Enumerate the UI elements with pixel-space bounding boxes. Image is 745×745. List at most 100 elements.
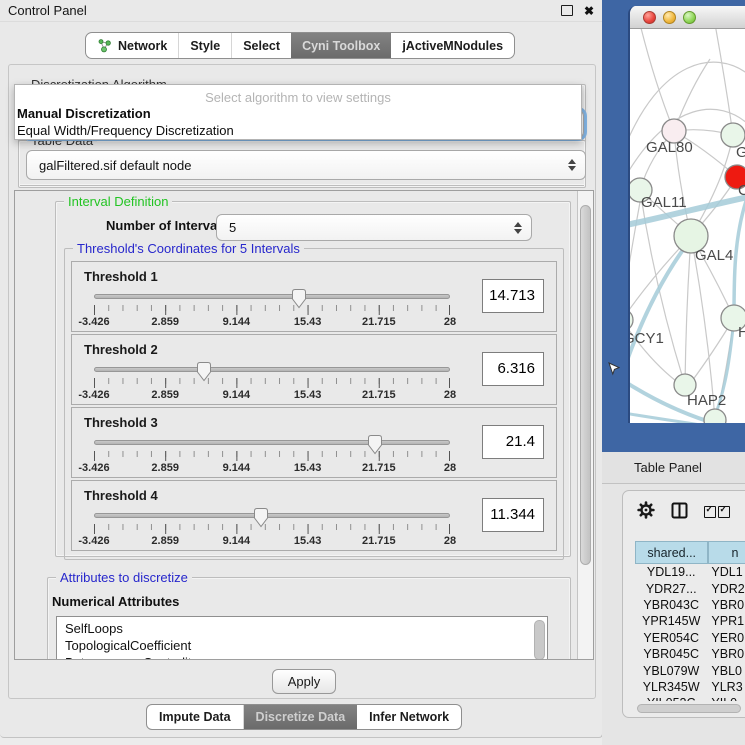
threshold-value-field[interactable]: 21.4 [482,425,544,459]
network-edge-highlighted[interactable] [630,239,691,369]
tab-cyni-toolbox[interactable]: Cyni Toolbox [291,33,391,58]
list-scrollbar[interactable] [534,620,545,660]
zoom-traffic-light-icon[interactable] [683,11,696,24]
scrollbar-thumb[interactable] [580,205,591,565]
threshold-slider[interactable]: -3.4262.8599.14415.4321.71528 [94,434,450,474]
close-icon[interactable]: ✖ [584,5,594,17]
table-data-select[interactable]: galFiltered.sif default node [26,150,586,180]
tab-infer-network[interactable]: Infer Network [357,705,461,729]
table-cell: YPR1 [707,614,745,628]
attributes-group: Attributes to discretize Numerical Attri… [47,577,571,660]
node-table: shared... n YDL19...YDL1YDR27...YDR2YBR0… [635,541,745,701]
scrollbar-thumb[interactable] [637,704,741,713]
axis-tick-label: 21.715 [362,316,396,328]
dropdown-option-manual-discretization[interactable]: Manual Discretization [15,105,581,122]
table-row[interactable]: YIL052CYIL0 [635,695,745,701]
tab-label: Impute Data [159,710,231,724]
tab-impute-data[interactable]: Impute Data [147,705,243,729]
table-cell: YPR145W [635,614,707,628]
table-cell: YIL0 [707,696,745,701]
tab-jactivemnodules[interactable]: jActiveMNodules [391,33,514,58]
network-edge[interactable] [630,202,640,309]
table-row[interactable]: YDR27...YDR2 [635,580,745,596]
threshold-panel: Threshold 4 -3.4262.8599.14415.4321.7152… [71,480,557,551]
table-row[interactable]: YLR345WYLR3 [635,679,745,695]
column-header-shared-name[interactable]: shared... [635,541,708,564]
slider-track[interactable] [94,367,450,372]
attribute-item[interactable]: TopologicalCoefficient [57,637,547,654]
dropdown-option-equal-width-frequency[interactable]: Equal Width/Frequency Discretization [15,122,581,139]
numerical-attributes-list[interactable]: SelfLoops TopologicalCoefficient Between… [56,616,548,660]
axis-tick-label: 15.43 [294,462,322,474]
axis-tick-label: 21.715 [362,389,396,401]
network-node[interactable] [704,409,726,423]
network-node-label: GCY1 [630,330,664,347]
attribute-item[interactable]: SelfLoops [57,617,547,637]
threshold-slider[interactable]: -3.4262.8599.14415.4321.71528 [94,361,450,401]
table-row[interactable]: YER054CYER0 [635,630,745,646]
close-traffic-light-icon[interactable] [643,11,656,24]
network-graph[interactable]: GAL80GAGAL11CGAL4GCY1HHAP2 [630,29,745,423]
table-row[interactable]: YBL079WYBL0 [635,662,745,678]
algorithm-dropdown-popup: Select algorithm to view settings Manual… [14,84,582,140]
control-panel-titlebar: Control Panel ✖ [0,0,602,22]
axis-tick-label: 2.859 [151,389,179,401]
table-row[interactable]: YBR045CYBR0 [635,646,745,662]
table-panel-title: Table Panel [634,460,702,475]
table-cell: YBR0 [707,598,745,612]
thresholds-group: Threshold's Coordinates for 5 Intervals … [64,248,564,560]
threshold-value-field[interactable]: 11.344 [482,498,544,532]
network-view-window[interactable]: GAL80GAGAL11CGAL4GCY1HHAP2 [628,6,745,423]
threshold-panel: Threshold 2 -3.4262.8599.14415.4321.7152… [71,334,557,405]
network-canvas[interactable]: GAL80GAGAL11CGAL4GCY1HHAP2 [630,29,745,423]
num-intervals-select[interactable]: 5 [216,214,532,241]
slider-track[interactable] [94,294,450,299]
network-edge-highlighted[interactable] [734,201,745,318]
network-window-titlebar[interactable] [630,6,745,29]
threshold-value-field[interactable]: 14.713 [482,279,544,313]
apply-button-label: Apply [288,674,321,689]
tab-network[interactable]: Network [86,33,178,58]
table-cell: YBL079W [635,664,707,678]
axis-tick-label: 15.43 [294,316,322,328]
vertical-scrollbar[interactable] [577,191,594,659]
table-panel-header[interactable]: Table Panel [602,452,745,484]
network-node-gcy1[interactable] [630,309,633,331]
axis-tick-label: 28 [444,316,456,328]
table-cell: YBR045C [635,647,707,661]
network-node-label: GA [736,144,745,161]
threshold-label: Threshold 4 [84,488,158,503]
tab-select[interactable]: Select [231,33,291,58]
checkbox-icon[interactable] [718,506,730,518]
checkbox-icon[interactable] [704,506,716,518]
slider-track[interactable] [94,513,450,518]
tab-discretize-data[interactable]: Discretize Data [243,705,358,729]
table-row[interactable]: YDL19...YDL1 [635,564,745,580]
column-header-name[interactable]: n [708,541,745,564]
table-cell: YBR0 [707,647,745,661]
table-cell: YDR27... [635,582,707,596]
horizontal-scrollbar[interactable] [635,704,743,714]
tab-style[interactable]: Style [178,33,231,58]
network-edge[interactable] [715,29,733,135]
network-node-label: GAL11 [641,194,687,211]
split-columns-icon[interactable] [671,502,688,522]
group-title: Interval Definition [64,194,172,209]
minimize-traffic-light-icon[interactable] [663,11,676,24]
numerical-attributes-label: Numerical Attributes [52,594,179,609]
slider-track[interactable] [94,440,450,445]
float-window-icon[interactable] [561,5,573,16]
network-edge[interactable] [685,236,691,385]
attribute-item[interactable]: BetweennessCentrality [57,654,547,660]
threshold-slider[interactable]: -3.4262.8599.14415.4321.71528 [94,288,450,328]
table-cell: YER054C [635,631,707,645]
table-row[interactable]: YPR145WYPR1 [635,613,745,629]
threshold-value-field[interactable]: 6.316 [482,352,544,386]
table-row[interactable]: YBR043CYBR0 [635,597,745,613]
gear-icon[interactable] [637,501,655,522]
combo-arrows-icon [514,222,522,234]
slider-ticks [94,378,450,388]
threshold-slider[interactable]: -3.4262.8599.14415.4321.71528 [94,507,450,547]
slider-ticks [94,305,450,315]
apply-button[interactable]: Apply [272,669,336,694]
